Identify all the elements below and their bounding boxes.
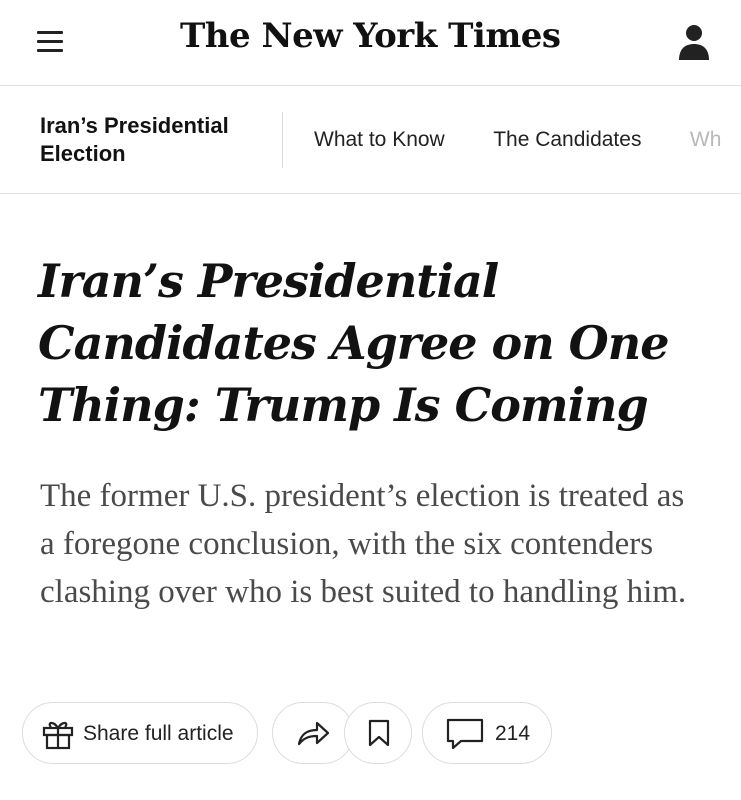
section-title[interactable]: Iran’s Presidential Election [40, 112, 270, 168]
section-divider [282, 112, 283, 168]
nav-truncated-item[interactable]: Wh [690, 128, 722, 152]
comment-icon [446, 718, 484, 750]
nav-what-to-know[interactable]: What to Know [314, 128, 445, 152]
share-full-article-button[interactable]: Share full article [22, 702, 258, 764]
nyt-logo[interactable]: The New York Times [180, 16, 570, 56]
share-arrow-icon [297, 721, 330, 746]
masthead: The New York Times [0, 0, 741, 86]
comments-button[interactable]: 214 [422, 702, 552, 764]
gift-icon [42, 721, 74, 750]
bookmark-button[interactable] [344, 702, 412, 764]
hamburger-menu-icon[interactable] [37, 31, 63, 53]
user-account-icon[interactable] [676, 22, 712, 62]
comments-count: 214 [495, 722, 531, 745]
article-summary: The former U.S. president’s election is … [40, 478, 687, 610]
article-actions: Share full article 214 [22, 702, 741, 766]
article-headline: Iran’s Presidential Candidates Agree on … [38, 254, 669, 432]
share-full-article-label: Share full article [83, 722, 234, 745]
nav-the-candidates[interactable]: The Candidates [493, 128, 641, 152]
bookmark-icon [368, 719, 390, 747]
section-navigation: Iran’s Presidential Election What to Kno… [0, 86, 741, 194]
section-nav-links: What to Know The Candidates Wh [314, 128, 741, 152]
share-button[interactable] [272, 702, 354, 764]
